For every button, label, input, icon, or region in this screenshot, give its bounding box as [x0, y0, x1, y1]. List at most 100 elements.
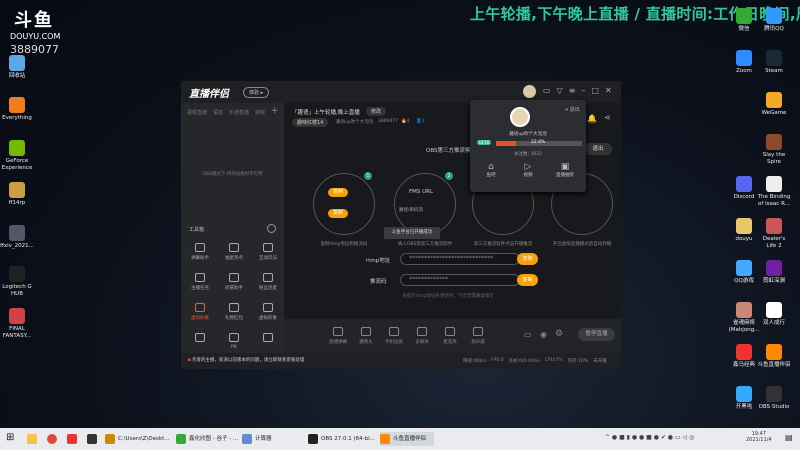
- left-panel: 视频直播 语音 手游直播 游戏 + OBS模式下 待添加素材不可用 工具箱 弹幕助手 福…: [181, 103, 284, 353]
- edit-title-button[interactable]: 修改: [366, 107, 387, 116]
- taskbar-window[interactable]: 斗鱼直播伴侣: [380, 432, 435, 446]
- system-tray[interactable]: ^ ● ■ ▮ ● ● ■ ● ✔ ● ▭ ◁ ◎: [605, 434, 694, 441]
- windows-start-icon[interactable]: ⊞: [6, 432, 14, 443]
- taskbar-window[interactable]: OBS 27.0.1 (64-bi...: [308, 432, 375, 446]
- desktop-icon[interactable]: Discord: [727, 176, 761, 201]
- app-icon: [736, 386, 752, 402]
- desktop-icon[interactable]: 双人成行: [757, 302, 791, 327]
- desktop-icon[interactable]: FINAL FANTASY...: [0, 308, 34, 339]
- rtmp-input[interactable]: ****************************: [400, 253, 520, 265]
- preview-eye-icon[interactable]: ◉: [540, 330, 547, 339]
- desktop-icon[interactable]: 斗鱼直播伴侣: [757, 344, 791, 369]
- taskbar-window-label: 斗鱼直播伴侣: [393, 436, 427, 442]
- toolbar-button[interactable]: 摄像头: [352, 327, 380, 345]
- desktop-icon[interactable]: QQ游戏: [727, 260, 761, 285]
- taskbar-window[interactable]: C:\Users\Z\Deskt...: [105, 432, 170, 446]
- clock[interactable]: 19:47 2021/11/4: [746, 431, 772, 443]
- category-tag[interactable]: 趣味红楼14: [292, 118, 329, 127]
- copy-rtmp-button[interactable]: 复制: [517, 253, 538, 265]
- tool-icon: [229, 273, 239, 282]
- copy-button[interactable]: 复制: [328, 209, 348, 218]
- taskbar: ⊞ C:\Users\Z\Deskt... 鑫化欣图 - 谷子 - ... 计算器 O…: [0, 428, 800, 450]
- scene-tab[interactable]: 手游直播: [229, 109, 249, 116]
- notifications-icon[interactable]: ▤: [785, 433, 793, 442]
- desktop-icon[interactable]: Logitech G HUB: [0, 266, 34, 297]
- tool-button[interactable]: 虚拟形象: [253, 303, 283, 321]
- action-label: 鱼吧: [486, 173, 496, 178]
- desktop-icon[interactable]: 鑫马经典: [727, 344, 761, 369]
- tool-button[interactable]: 礼物红包: [219, 303, 249, 321]
- desktop-icon[interactable]: 腾讯QQ: [757, 8, 791, 33]
- copy-button[interactable]: 复制: [328, 188, 348, 197]
- desktop-icon[interactable]: 雀魂麻将(Mahjong...: [727, 302, 761, 333]
- taskbar-window[interactable]: 鑫化欣图 - 谷子 - ...: [176, 432, 238, 446]
- tool-icon: [195, 243, 205, 252]
- toolbar-button[interactable]: 多媒体: [408, 327, 436, 345]
- desktop-icon[interactable]: 开黑啦: [727, 386, 761, 411]
- scene-tab[interactable]: 游戏: [255, 109, 265, 116]
- record-icon[interactable]: ▭: [524, 330, 532, 339]
- settings-gear-icon[interactable]: ⚙: [555, 329, 563, 339]
- bell-icon[interactable]: 🔔: [587, 114, 597, 123]
- popup-action[interactable]: ⌂ 鱼吧: [476, 162, 506, 178]
- desktop-icon[interactable]: Everything: [0, 97, 34, 122]
- desktop-icon[interactable]: Slay the Spire: [757, 134, 791, 165]
- scene-tab[interactable]: 视频直播: [187, 109, 207, 116]
- desktop-icon[interactable]: 回收站: [0, 55, 34, 80]
- chrome-icon[interactable]: [47, 432, 57, 446]
- popup-action[interactable]: ▣ 直播抽奖: [550, 162, 580, 178]
- taskbar-window-label: C:\Users\Z\Deskt...: [118, 436, 170, 442]
- desktop-icon-label: douyu: [735, 236, 753, 242]
- add-scene-icon[interactable]: +: [271, 106, 279, 116]
- tool-button[interactable]: 互动玩法: [253, 243, 283, 261]
- tool-button[interactable]: 房管助手: [219, 273, 249, 291]
- desktop-icon[interactable]: 霓虹深渊: [757, 260, 791, 285]
- avatar[interactable]: [523, 85, 536, 98]
- beta-button[interactable]: 体验 ▸: [243, 87, 270, 98]
- toolbar-button[interactable]: 扬声器: [464, 327, 492, 345]
- powershell-icon[interactable]: [87, 432, 97, 446]
- desktop-icon[interactable]: The Binding of Isaac R...: [757, 176, 791, 207]
- tool-button[interactable]: 虚拟形象: [185, 303, 215, 321]
- desktop-icon[interactable]: WeGame: [757, 92, 791, 117]
- app-icon: [9, 182, 25, 198]
- desktop-icon[interactable]: 微信: [727, 8, 761, 33]
- toolbar-button[interactable]: 麦克风: [436, 327, 464, 345]
- desktop-icon[interactable]: douyu: [727, 218, 761, 243]
- tool-button[interactable]: [253, 333, 283, 345]
- exit-obs-button[interactable]: 退出: [584, 143, 612, 155]
- app-icon: [766, 134, 782, 150]
- tool-button[interactable]: 弹幕助手: [185, 243, 215, 261]
- share-icon[interactable]: ⋖: [604, 113, 611, 122]
- tool-button[interactable]: 福星热点: [219, 243, 249, 261]
- netease-music-icon[interactable]: [67, 432, 77, 446]
- desktop-icon[interactable]: GeForce Experience: [0, 140, 34, 171]
- action-icon: ⌂: [488, 162, 494, 172]
- taskbar-window[interactable]: 计算器: [242, 432, 272, 446]
- popup-action[interactable]: ▷ 视频: [513, 162, 543, 178]
- desktop-icon[interactable]: OBS Studio: [757, 386, 791, 411]
- desktop-icon[interactable]: Zoom: [727, 50, 761, 75]
- desktop-icon[interactable]: Dealer's Life 2: [757, 218, 791, 249]
- toolbar-label: 多媒体: [415, 340, 429, 345]
- toolbar-button[interactable]: 手机投屏: [380, 327, 408, 345]
- toolbar-button[interactable]: 直播弹幕: [324, 327, 352, 345]
- desktop-icon[interactable]: Steam: [757, 50, 791, 75]
- tool-button[interactable]: PK: [219, 333, 249, 350]
- desktop-icon-label: ff14rp: [8, 200, 26, 206]
- window-controls[interactable]: ▭▽≡–□✕: [543, 86, 618, 95]
- step-badge: 1: [364, 172, 372, 180]
- logout-button[interactable]: ⇥ 退出: [564, 106, 580, 113]
- scene-tab[interactable]: 语音: [213, 109, 223, 116]
- stream-key-input[interactable]: *************: [400, 274, 520, 286]
- start-stream-button[interactable]: 暂停直播: [578, 328, 615, 341]
- explorer-icon[interactable]: [27, 432, 37, 446]
- copy-key-button[interactable]: 复制: [517, 274, 538, 286]
- more-tools-icon[interactable]: [267, 224, 276, 233]
- tool-button[interactable]: [185, 333, 215, 345]
- tool-button[interactable]: 主播任务: [185, 273, 215, 291]
- desktop-icon[interactable]: ff14rp: [0, 182, 34, 207]
- tool-label: PK: [231, 345, 237, 350]
- tool-button[interactable]: 粉丝连麦: [253, 273, 283, 291]
- desktop-icon[interactable]: ffxiv_2021...: [0, 225, 34, 250]
